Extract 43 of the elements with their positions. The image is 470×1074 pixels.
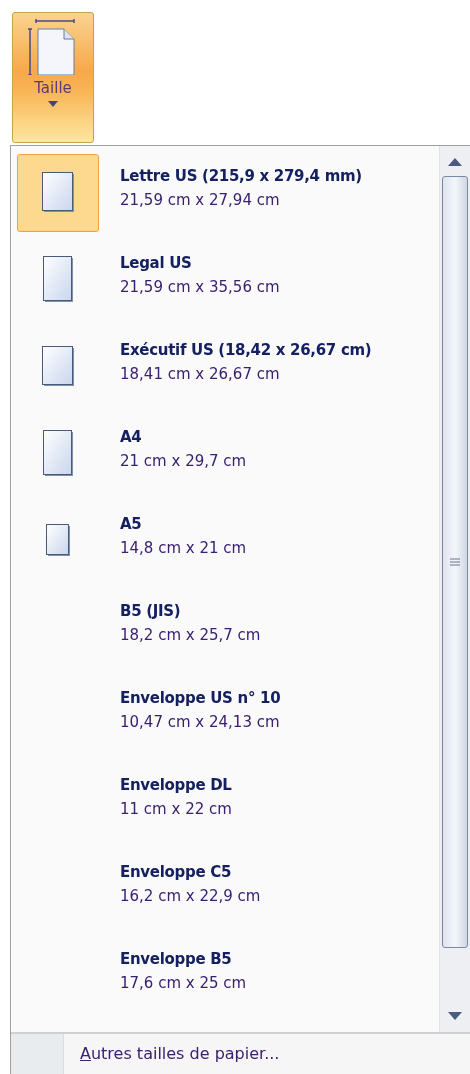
paper-dimensions: 16,2 cm x 22,9 cm: [120, 886, 261, 905]
paper-size-name: Exécutif US (18,42 x 26,67 cm): [120, 340, 372, 359]
paper-dimensions: 21,59 cm x 35,56 cm: [120, 277, 280, 296]
scroll-up-icon[interactable]: [448, 158, 462, 166]
paper-size-name: Legal US: [120, 253, 193, 272]
paper-size-item[interactable]: Enveloppe B5 17,6 cm x 25 cm: [17, 934, 439, 1017]
paper-size-name: B5 (JIS): [120, 601, 182, 620]
size-button[interactable]: Taille: [12, 12, 94, 143]
paper-size-item[interactable]: Legal US 21,59 cm x 35,56 cm: [17, 238, 439, 321]
page-icon: [41, 172, 75, 213]
paper-size-item[interactable]: Enveloppe C5 16,2 cm x 22,9 cm: [17, 847, 439, 930]
paper-size-item[interactable]: A5 14,8 cm x 21 cm: [17, 499, 439, 582]
page-size-icon: [28, 19, 78, 75]
paper-size-item[interactable]: Enveloppe DL 11 cm x 22 cm: [17, 760, 439, 843]
paper-size-name: Enveloppe B5: [120, 949, 233, 968]
scroll-thumb[interactable]: [442, 176, 468, 948]
paper-size-item[interactable]: Exécutif US (18,42 x 26,67 cm) 18,41 cm x 26,67 cm: [17, 325, 439, 408]
paper-size-name: Lettre US (215,9 x 279,4 mm): [120, 166, 362, 185]
paper-size-name: A4: [120, 427, 143, 446]
paper-dimensions: 21,59 cm x 27,94 cm: [120, 190, 281, 209]
paper-size-name: Enveloppe DL: [120, 775, 232, 794]
paper-dimensions: 17,6 cm x 25 cm: [120, 973, 247, 992]
paper-size-item[interactable]: Enveloppe US n° 10 10,47 cm x 24,13 cm: [17, 673, 439, 756]
paper-size-name: A5: [120, 514, 143, 533]
caret-icon: [48, 101, 58, 107]
scrollbar[interactable]: [439, 146, 470, 1032]
paper-dimensions: 18,2 cm x 25,7 cm: [120, 625, 261, 644]
paper-dimensions: 18,41 cm x 26,67 cm: [120, 364, 281, 383]
paper-dimensions: 21 cm x 29,7 cm: [120, 451, 247, 470]
page-icon: [42, 430, 74, 477]
paper-dimensions: 11 cm x 22 cm: [120, 799, 232, 818]
page-icon: [45, 524, 71, 557]
paper-size-item[interactable]: A4 21 cm x 29,7 cm: [17, 412, 439, 495]
paper-size-name: Enveloppe US n° 10: [120, 688, 281, 707]
paper-dimensions: 10,47 cm x 24,13 cm: [120, 712, 281, 731]
scroll-down-icon[interactable]: [448, 1012, 462, 1020]
page-icon: [41, 346, 75, 387]
grip-icon: [450, 558, 460, 566]
paper-size-name: Enveloppe C5: [120, 862, 233, 881]
paper-size-item[interactable]: Lettre US (215,9 x 279,4 mm) 21,59 cm x 27,94 cm: [17, 151, 439, 234]
page-icon: [42, 256, 74, 303]
paper-dimensions: 14,8 cm x 21 cm: [120, 538, 247, 557]
paper-size-item[interactable]: B5 (JIS) 18,2 cm x 25,7 cm: [17, 586, 439, 669]
